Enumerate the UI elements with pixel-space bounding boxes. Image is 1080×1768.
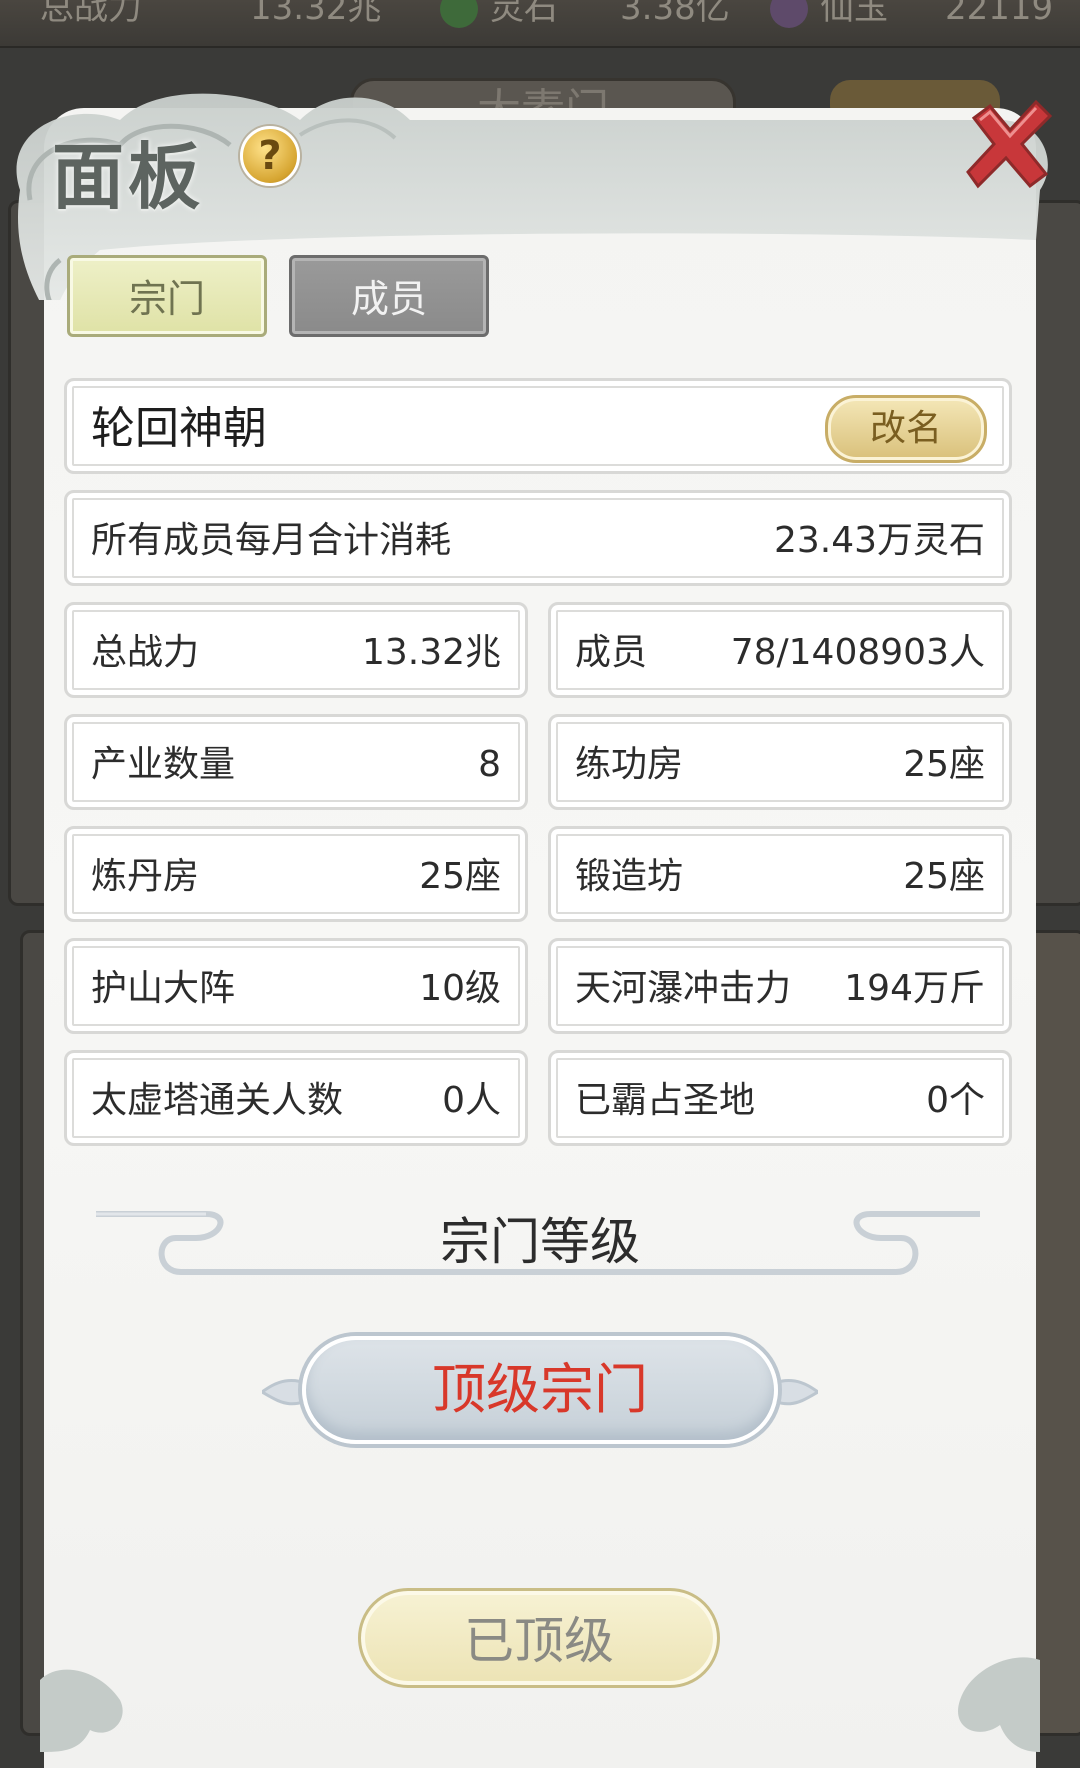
sect-level-title: 宗门等级 <box>440 1213 640 1271</box>
stat-total-power: 总战力 13.32兆 <box>64 602 528 698</box>
stat-holy-lands: 已霸占圣地 0个 <box>548 1050 1012 1146</box>
rename-button[interactable]: 改名 <box>825 395 987 463</box>
stat-value: 25座 <box>903 856 985 897</box>
monthly-consumption-row: 所有成员每月合计消耗 23.43万灵石 <box>64 490 1012 586</box>
resource-bar: 总战力 13.32兆 灵石 3.38亿 仙玉 22119 <box>0 0 1080 48</box>
jade-label: 仙玉 <box>820 0 888 28</box>
stat-value: 13.32兆 <box>361 632 501 673</box>
jade-value: 22119 <box>945 0 1054 28</box>
power-label: 总战力 <box>40 0 142 28</box>
tab-members[interactable]: 成员 <box>289 255 489 337</box>
stat-value: 0个 <box>926 1080 985 1121</box>
stat-label: 天河瀑冲击力 <box>575 968 792 1009</box>
stat-label: 产业数量 <box>91 744 236 785</box>
spirit-stone-icon <box>440 0 478 28</box>
close-icon[interactable] <box>960 96 1056 192</box>
stat-label: 练功房 <box>575 744 684 785</box>
jade-icon <box>770 0 808 28</box>
stat-label: 总战力 <box>91 632 200 673</box>
sect-level-badge: 顶级宗门 <box>262 1330 818 1454</box>
stat-value: 8 <box>478 744 501 785</box>
tab-sect[interactable]: 宗门 <box>67 255 267 337</box>
stat-forge: 锻造坊 25座 <box>548 826 1012 922</box>
stat-training-room: 练功房 25座 <box>548 714 1012 810</box>
consumption-label: 所有成员每月合计消耗 <box>91 520 452 561</box>
stat-value: 194万斤 <box>844 968 985 1009</box>
stat-value: 10级 <box>419 968 501 1009</box>
stat-label: 护山大阵 <box>91 968 236 1009</box>
sect-name-row: 轮回神朝 改名 <box>64 378 1012 474</box>
stat-value: 0人 <box>442 1080 501 1121</box>
stat-tower-clears: 太虚塔通关人数 0人 <box>64 1050 528 1146</box>
stone-label: 灵石 <box>490 0 558 28</box>
stat-label: 炼丹房 <box>91 856 200 897</box>
panel-title: 面板 <box>52 134 205 219</box>
stat-alchemy-room: 炼丹房 25座 <box>64 826 528 922</box>
stat-industry-count: 产业数量 8 <box>64 714 528 810</box>
stat-members: 成员 78/1408903人 <box>548 602 1012 698</box>
stat-value: 25座 <box>903 744 985 785</box>
sect-level-value: 顶级宗门 <box>302 1336 778 1444</box>
stat-mountain-array: 护山大阵 10级 <box>64 938 528 1034</box>
max-level-button[interactable]: 已顶级 <box>358 1588 720 1688</box>
sect-name: 轮回神朝 <box>91 403 267 454</box>
stat-label: 已霸占圣地 <box>575 1080 756 1121</box>
stat-waterfall-impact: 天河瀑冲击力 194万斤 <box>548 938 1012 1034</box>
stone-value: 3.38亿 <box>620 0 730 28</box>
stat-label: 锻造坊 <box>575 856 684 897</box>
stat-value: 25座 <box>419 856 501 897</box>
stat-label: 太虚塔通关人数 <box>91 1080 344 1121</box>
consumption-value: 23.43万灵石 <box>773 520 985 561</box>
help-icon[interactable]: ? <box>240 126 300 186</box>
power-value: 13.32兆 <box>250 0 382 28</box>
stat-value: 78/1408903人 <box>730 632 985 673</box>
stat-label: 成员 <box>575 632 648 673</box>
